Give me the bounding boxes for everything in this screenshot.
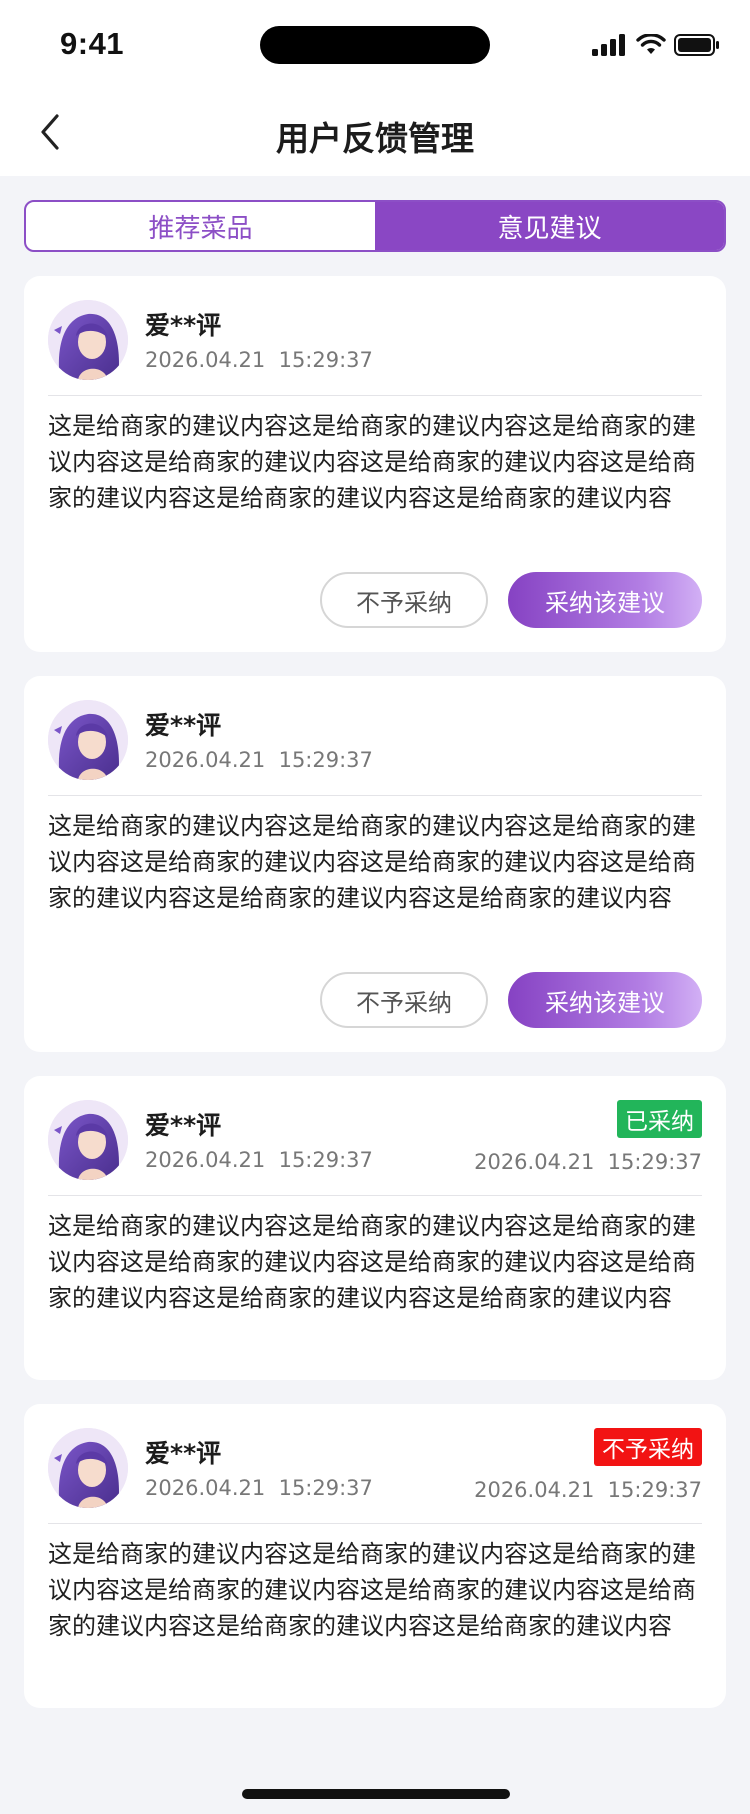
battery-icon bbox=[674, 34, 719, 56]
feedback-content: 这是给商家的建议内容这是给商家的建议内容这是给商家的建议内容这是给商家的建议内容… bbox=[48, 1212, 696, 1312]
wifi-icon bbox=[636, 34, 666, 54]
feedback-content: 这是给商家的建议内容这是给商家的建议内容这是给商家的建议内容这是给商家的建议内容… bbox=[48, 412, 696, 512]
feedback-card: 爱**评 2026.04.21 15:29:37 这是给商家的建议内容这是给商家… bbox=[24, 676, 726, 1052]
header: 9:41 用户反馈管理 bbox=[0, 0, 750, 176]
avatar bbox=[48, 1100, 128, 1180]
tab-switcher: 推荐菜品 意见建议 bbox=[24, 200, 726, 252]
home-indicator bbox=[242, 1789, 510, 1799]
nav-bar: 用户反馈管理 bbox=[0, 90, 750, 176]
feedback-content: 这是给商家的建议内容这是给商家的建议内容这是给商家的建议内容这是给商家的建议内容… bbox=[48, 1540, 696, 1640]
feedback-card: 爱**评 2026.04.21 15:29:37 已采纳 2026.04.21 … bbox=[24, 1076, 726, 1380]
status-bar: 9:41 bbox=[0, 0, 750, 90]
tab-suggestions[interactable]: 意见建议 bbox=[375, 202, 724, 250]
feedback-card: 爱**评 2026.04.21 15:29:37 不予采纳 2026.04.21… bbox=[24, 1404, 726, 1708]
feedback-card: 爱**评 2026.04.21 15:29:37 这是给商家的建议内容这是给商家… bbox=[24, 276, 726, 652]
status-badge: 不予采纳 bbox=[594, 1428, 702, 1466]
divider bbox=[48, 1523, 702, 1524]
user-avatar-icon bbox=[48, 1100, 128, 1180]
user-avatar-icon bbox=[48, 300, 128, 380]
divider bbox=[48, 395, 702, 396]
signal-icon bbox=[592, 34, 625, 56]
user-name: 爱**评 bbox=[145, 311, 222, 340]
submit-date: 2026.04.21 15:29:37 bbox=[145, 748, 373, 772]
feedback-content: 这是给商家的建议内容这是给商家的建议内容这是给商家的建议内容这是给商家的建议内容… bbox=[48, 812, 696, 912]
user-name: 爱**评 bbox=[145, 1439, 222, 1468]
avatar bbox=[48, 300, 128, 380]
page-title: 用户反馈管理 bbox=[276, 119, 474, 158]
divider bbox=[48, 1195, 702, 1196]
accept-button[interactable]: 采纳该建议 bbox=[508, 972, 702, 1028]
reject-button[interactable]: 不予采纳 bbox=[320, 972, 488, 1028]
status-time: 9:41 bbox=[60, 26, 125, 61]
divider bbox=[48, 795, 702, 796]
user-name: 爱**评 bbox=[145, 1111, 222, 1140]
avatar bbox=[48, 1428, 128, 1508]
dynamic-island bbox=[260, 26, 490, 64]
tab-recommended-dishes[interactable]: 推荐菜品 bbox=[26, 202, 375, 250]
submit-date: 2026.04.21 15:29:37 bbox=[145, 1148, 373, 1172]
status-badge: 已采纳 bbox=[617, 1100, 702, 1138]
status-icons bbox=[592, 30, 720, 60]
user-name: 爱**评 bbox=[145, 711, 222, 740]
accept-button[interactable]: 采纳该建议 bbox=[508, 572, 702, 628]
submit-date: 2026.04.21 15:29:37 bbox=[145, 1476, 373, 1500]
user-avatar-icon bbox=[48, 1428, 128, 1508]
reject-button[interactable]: 不予采纳 bbox=[320, 572, 488, 628]
submit-date: 2026.04.21 15:29:37 bbox=[145, 348, 373, 372]
status-date: 2026.04.21 15:29:37 bbox=[474, 1150, 702, 1174]
avatar bbox=[48, 700, 128, 780]
user-avatar-icon bbox=[48, 700, 128, 780]
status-date: 2026.04.21 15:29:37 bbox=[474, 1478, 702, 1502]
